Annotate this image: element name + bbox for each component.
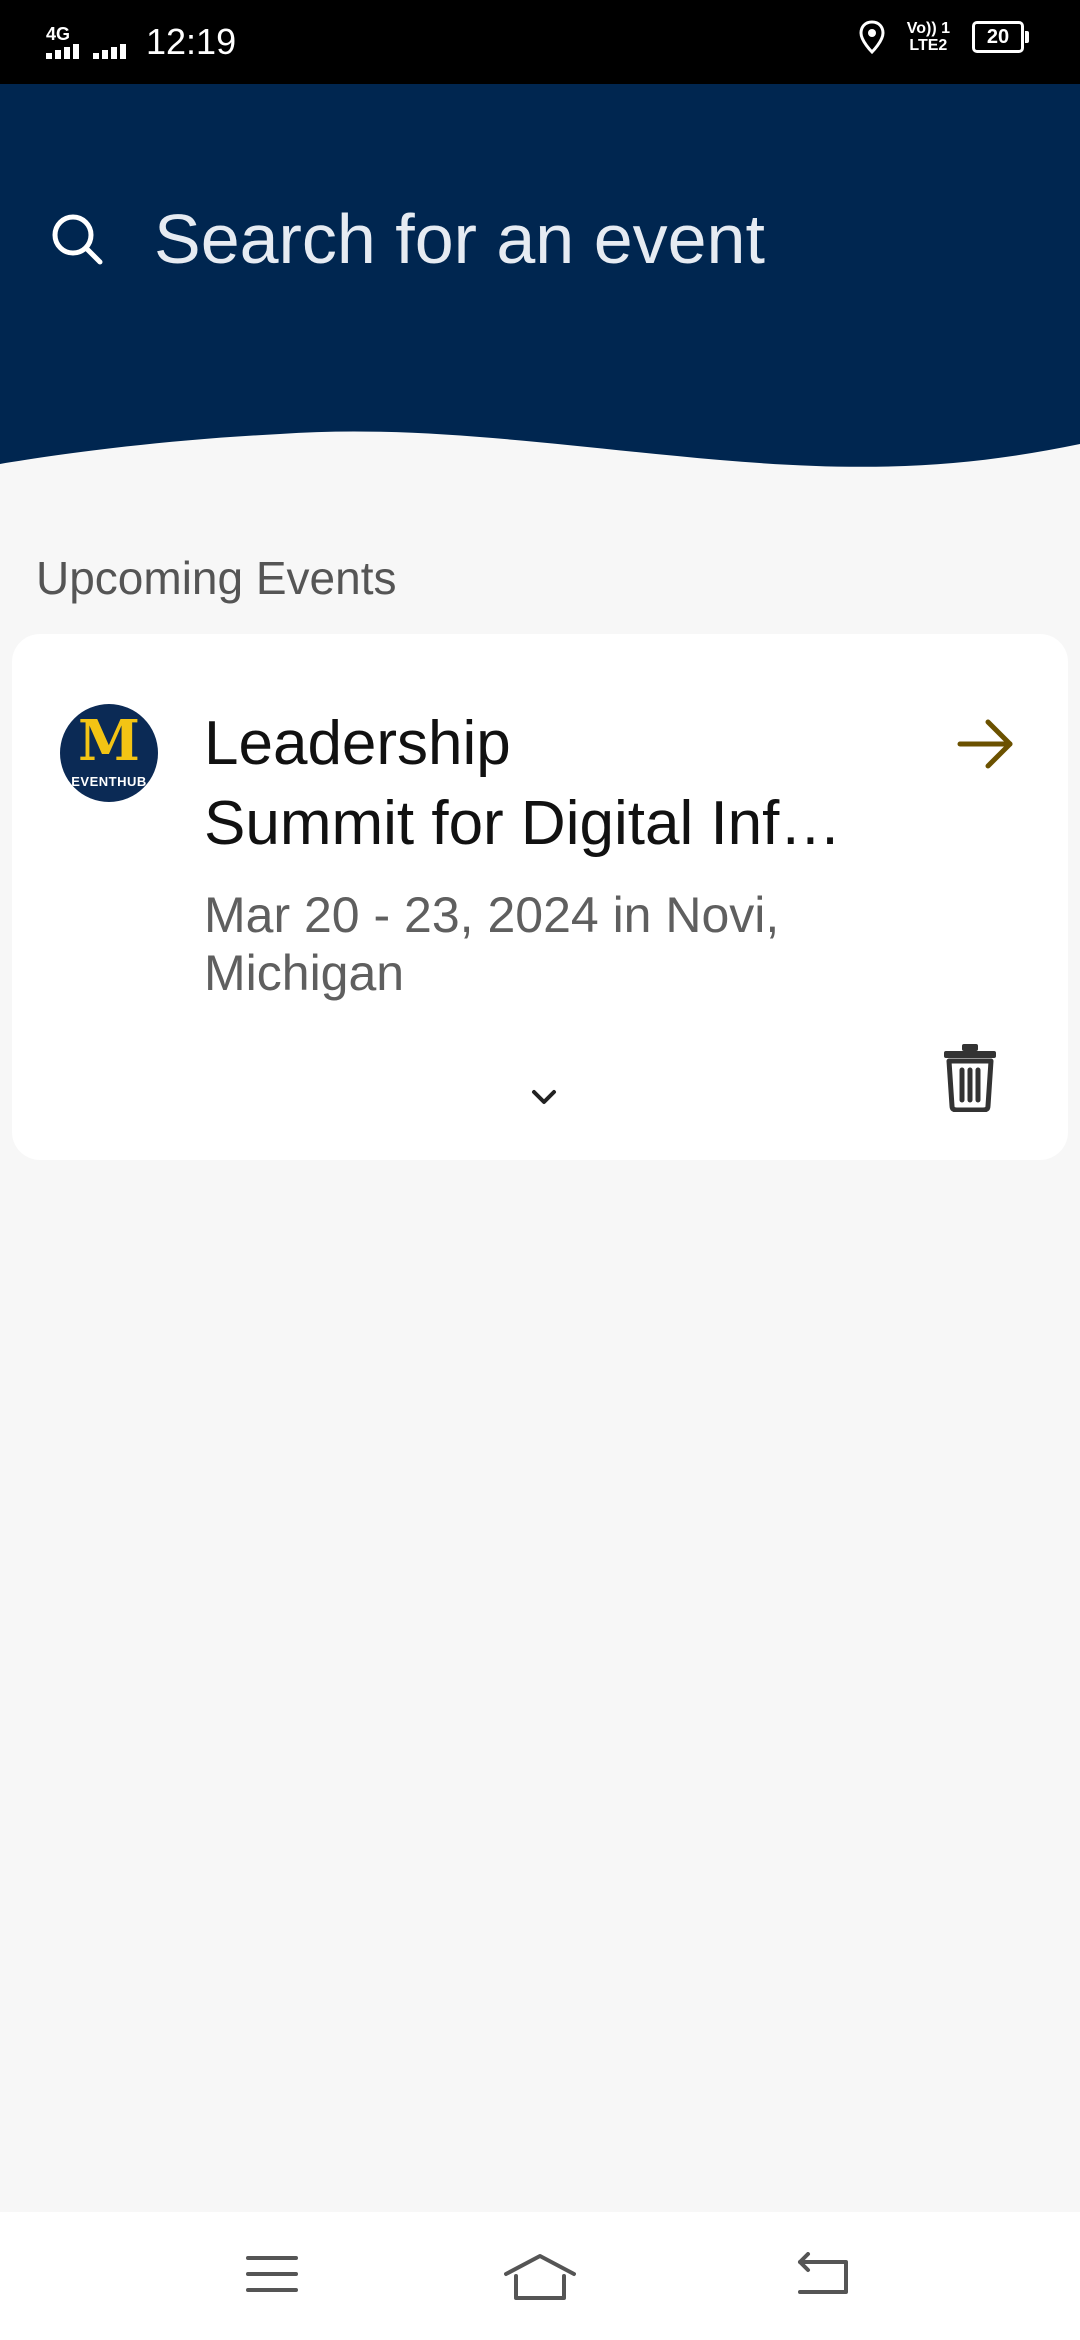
status-bar: 4G 12:19 Vo)) 1 LTE2 20 (0, 0, 1080, 84)
status-left: 4G 12:19 (46, 18, 236, 66)
menu-icon (246, 2256, 298, 2292)
search-input[interactable]: Search for an event (154, 194, 765, 284)
upcoming-events-heading: Upcoming Events (36, 552, 397, 604)
event-card[interactable]: M EVENTHUB Leadership Summit for Digital… (12, 634, 1068, 1160)
network-type: 4G (46, 24, 71, 44)
search-header: Search for an event (0, 84, 1080, 474)
volte-line-2: LTE2 (909, 37, 948, 54)
search-icon (52, 214, 103, 265)
back-button[interactable] (796, 2252, 852, 2301)
delete-event-button[interactable] (940, 1042, 1000, 1113)
event-date-location: Mar 20 - 23, 2024 in Novi, Michigan (204, 886, 904, 1002)
eventhub-logo: M EVENTHUB (60, 704, 158, 802)
battery-level: 20 (986, 26, 1010, 48)
expand-details-button[interactable] (524, 1082, 564, 1112)
open-event-button[interactable] (954, 712, 1018, 776)
chevron-down-icon (532, 1090, 556, 1104)
clock: 12:19 (146, 21, 237, 62)
system-navigation-bar (0, 2212, 1080, 2340)
search-bar[interactable]: Search for an event (50, 194, 765, 284)
logo-caption: EVENTHUB (71, 774, 147, 789)
recent-apps-button[interactable] (246, 2252, 298, 2301)
volte-line-1: Vo)) 1 (906, 20, 950, 37)
signal-bars-2-icon (93, 43, 126, 59)
logo-letter: M (78, 708, 140, 774)
trash-icon (944, 1044, 996, 1113)
home-button[interactable] (504, 2252, 576, 2307)
event-date-line-2: Michigan (204, 945, 405, 1001)
event-title[interactable]: Leadership Summit for Digital Inf… (204, 704, 884, 864)
battery-icon: 20 (972, 21, 1029, 53)
status-right: Vo)) 1 LTE2 20 (859, 20, 1029, 54)
arrow-right-icon (957, 719, 1013, 769)
volte-indicator: Vo)) 1 LTE2 (907, 20, 950, 54)
location-icon (859, 20, 885, 54)
signal-bars-icon (46, 43, 79, 59)
mobile-signal-1: 4G (46, 25, 79, 59)
event-title-line-1: Leadership (204, 709, 511, 778)
event-date-line-1: Mar 20 - 23, 2024 in Novi, (204, 887, 780, 943)
back-icon (798, 2252, 848, 2294)
event-title-line-2: Summit for Digital Inf… (204, 789, 842, 858)
home-icon (504, 2254, 576, 2300)
